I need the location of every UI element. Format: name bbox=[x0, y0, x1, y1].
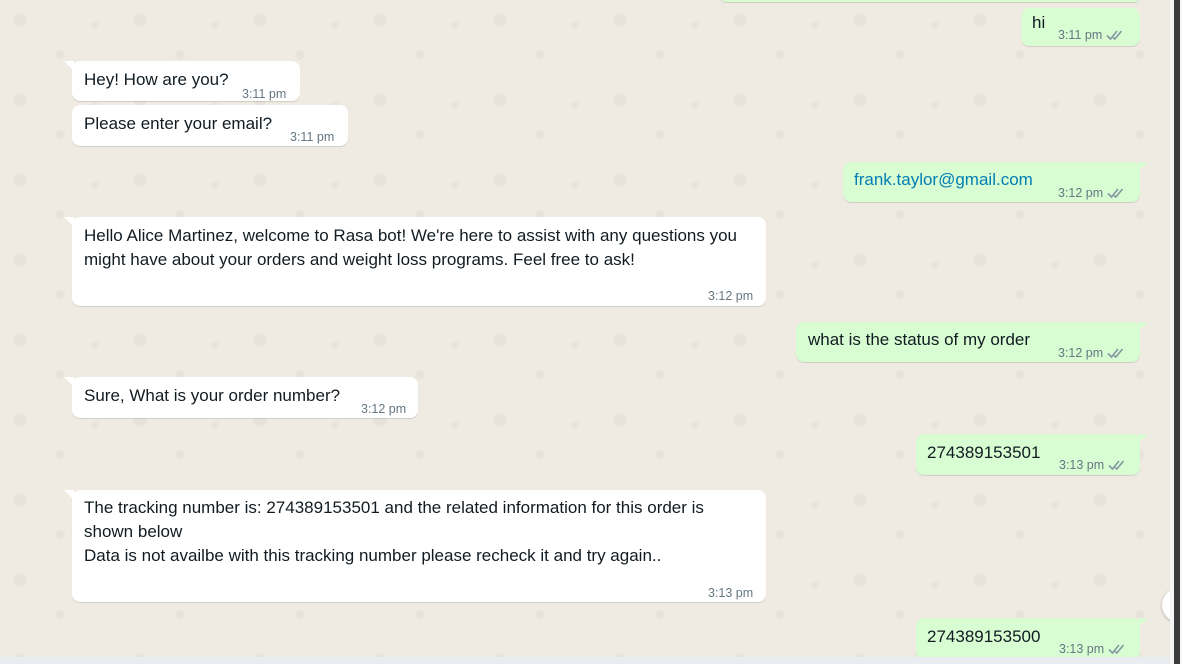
message-text: Sure, What is your order number? bbox=[84, 386, 341, 405]
message-bubble-outgoing[interactable]: hi 3:11 pm bbox=[1021, 8, 1140, 46]
message-time: 3:11 pm bbox=[290, 130, 335, 144]
message-time: 3:12 pm bbox=[1058, 186, 1104, 200]
bubble-tail bbox=[64, 61, 74, 71]
composer-edge bbox=[0, 657, 1170, 664]
bubble-tail bbox=[1138, 322, 1148, 332]
message-bubble-incoming[interactable]: Hey! How are you? 3:11 pm bbox=[64, 61, 300, 101]
message-time: 3:13 pm bbox=[708, 586, 754, 600]
double-check-icon bbox=[1107, 348, 1124, 359]
message-time: 3:12 pm bbox=[708, 289, 754, 303]
bubble-tail bbox=[1138, 162, 1148, 172]
message-bubble-partial bbox=[720, 0, 1140, 2]
message-text: what is the status of my order bbox=[808, 330, 1031, 349]
message-time: 3:13 pm bbox=[1059, 458, 1105, 472]
message-time: 3:11 pm bbox=[242, 87, 287, 101]
email-link[interactable]: frank.taylor@gmail.com bbox=[854, 168, 1033, 192]
message-text: The tracking number is: 274389153501 and… bbox=[84, 498, 704, 565]
double-check-icon bbox=[1108, 644, 1125, 655]
message-bubble-outgoing[interactable]: 274389153501 3:13 pm bbox=[916, 434, 1148, 477]
message-bubble-outgoing[interactable]: 274389153500 3:13 pm bbox=[916, 618, 1148, 659]
message-meta: 3:11 pm bbox=[1058, 23, 1126, 47]
bubble-tail bbox=[1138, 618, 1148, 628]
message-bubble-incoming[interactable]: Please enter your email? 3:11 pm bbox=[72, 105, 348, 146]
bubble-tail bbox=[1138, 434, 1148, 444]
bubble-tail bbox=[64, 490, 74, 500]
double-check-icon bbox=[1107, 188, 1124, 199]
message-bubble-incoming[interactable]: The tracking number is: 274389153501 and… bbox=[64, 490, 766, 602]
message-time: 3:12 pm bbox=[1058, 346, 1104, 360]
message-bubble-incoming[interactable]: Hello Alice Martinez, welcome to Rasa bo… bbox=[64, 217, 766, 306]
double-check-icon bbox=[1108, 460, 1125, 471]
scrollbar[interactable] bbox=[1170, 0, 1182, 664]
message-bubble-outgoing[interactable]: frank.taylor@gmail.com 3:12 pm bbox=[843, 162, 1148, 205]
message-time: 3:11 pm bbox=[1058, 28, 1103, 42]
message-text: Hello Alice Martinez, welcome to Rasa bo… bbox=[84, 226, 742, 269]
message-bubble-outgoing[interactable]: what is the status of my order 3:12 pm bbox=[796, 322, 1148, 365]
message-meta: 3:13 pm bbox=[1059, 453, 1128, 477]
message-text: 274389153500 bbox=[927, 627, 1041, 646]
double-check-icon bbox=[1106, 30, 1123, 41]
message-text: Hey! How are you? bbox=[84, 70, 229, 89]
bubble-tail bbox=[64, 217, 74, 227]
message-meta: 3:12 pm bbox=[1058, 341, 1127, 365]
message-meta: 3:12 pm bbox=[1058, 181, 1127, 205]
message-text: Please enter your email? bbox=[84, 114, 273, 133]
message-text: 274389153501 bbox=[927, 443, 1041, 462]
message-text: hi bbox=[1032, 13, 1046, 32]
scrollbar-thumb[interactable] bbox=[1174, 0, 1180, 664]
message-bubble-incoming[interactable]: Sure, What is your order number? 3:12 pm bbox=[64, 377, 418, 418]
message-time: 3:12 pm bbox=[361, 402, 407, 416]
bubble-tail bbox=[64, 377, 74, 387]
